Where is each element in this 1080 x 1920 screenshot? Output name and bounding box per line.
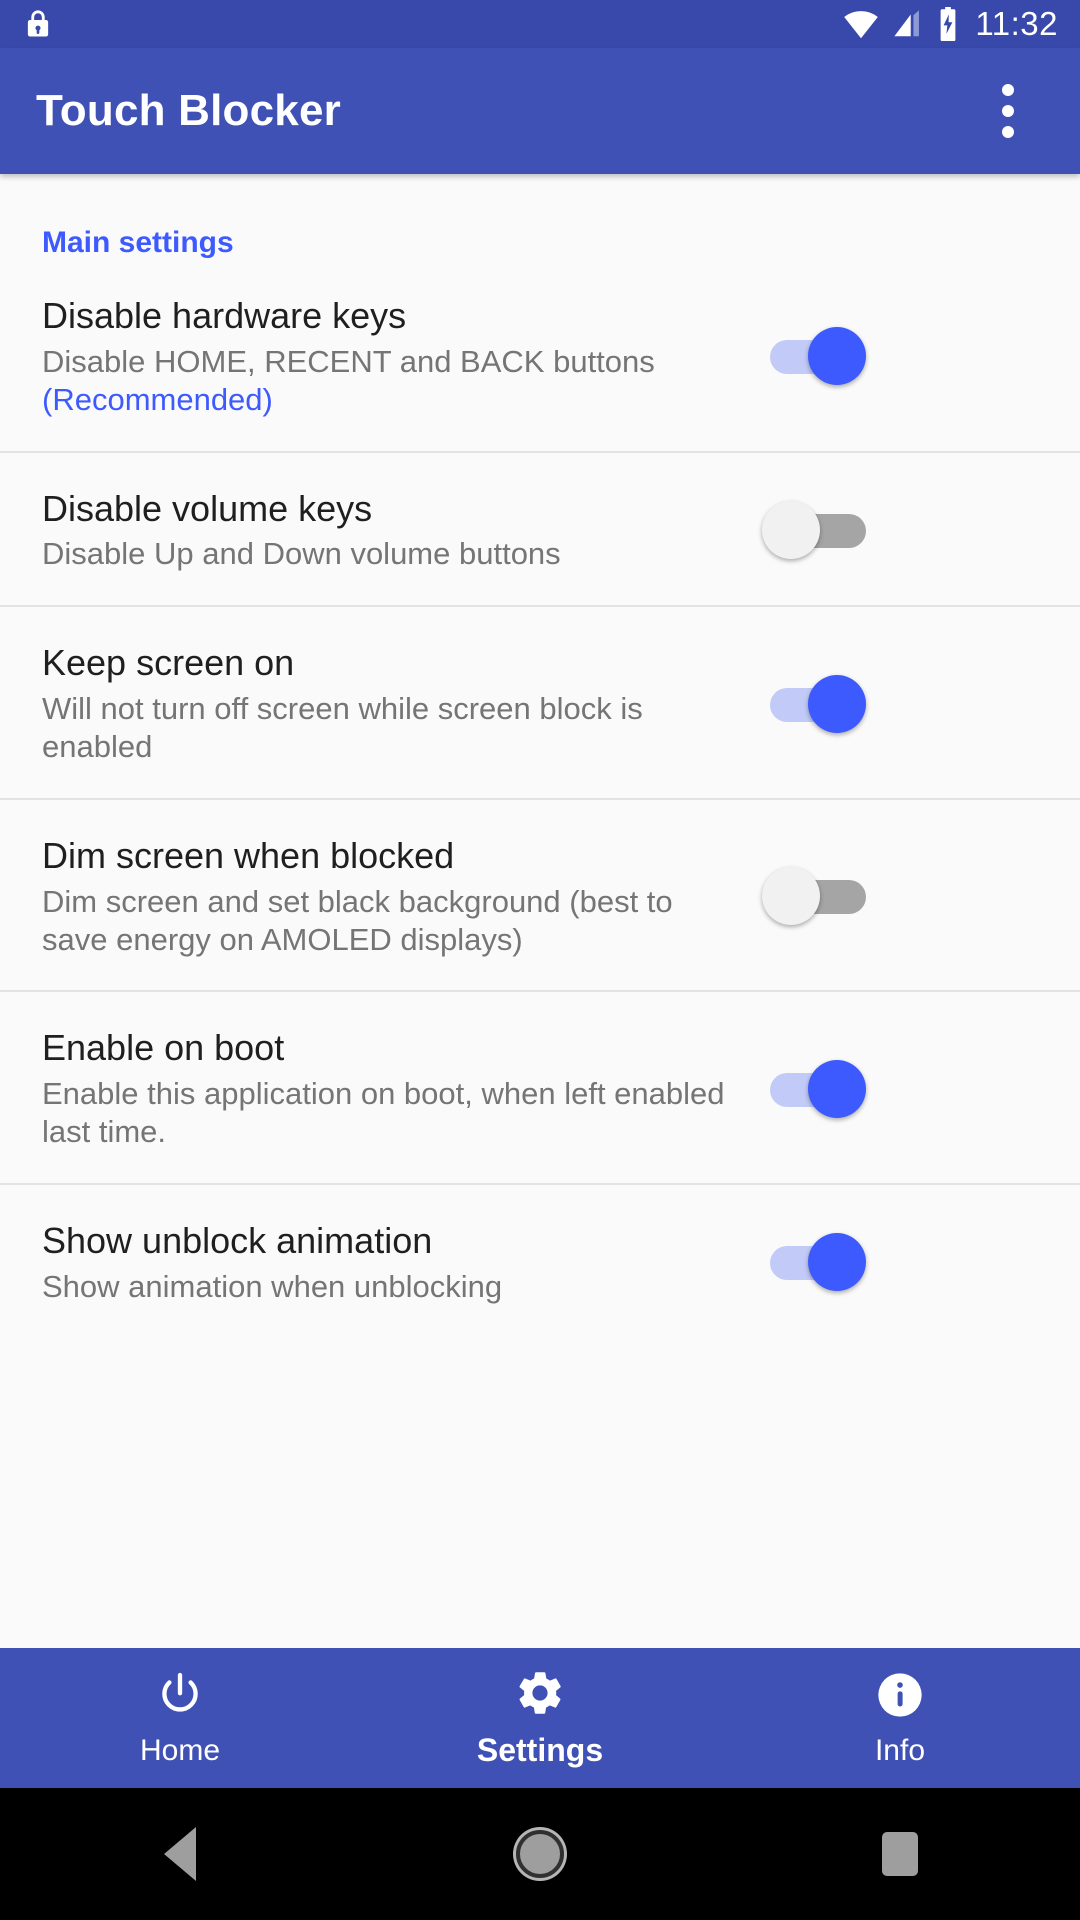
cellular-signal-icon (891, 9, 925, 39)
preference-row-disable-volume-keys[interactable]: Disable volume keys Disable Up and Down … (0, 453, 1080, 608)
nav-item-home[interactable]: Home (0, 1648, 360, 1788)
toggle-dim-screen-when-blocked[interactable] (762, 867, 866, 926)
preference-row-dim-screen-when-blocked[interactable]: Dim screen when blocked Dim screen and s… (0, 800, 1080, 993)
system-back-button[interactable] (0, 1788, 360, 1920)
toggle-thumb (808, 674, 866, 733)
preference-title: Show unblock animation (42, 1219, 433, 1261)
status-bar-right: 11:32 (843, 5, 1058, 43)
nav-item-label: Home (139, 1733, 221, 1767)
system-navigation-bar (0, 1788, 1080, 1920)
status-bar: 11:32 (0, 0, 1080, 48)
gear-icon (514, 1667, 566, 1724)
preference-summary-highlight: (Recommended) (42, 381, 273, 417)
preference-row-show-unblock-animation[interactable]: Show unblock animation Show animation wh… (0, 1185, 1080, 1338)
nav-item-info[interactable]: Info (720, 1648, 1080, 1788)
preference-text: Disable volume keys Disable Up and Down … (42, 487, 762, 574)
preference-summary: Will not turn off screen while screen bl… (42, 691, 643, 764)
preference-text: Enable on boot Enable this application o… (42, 1026, 762, 1151)
preference-summary: Dim screen and set black background (bes… (42, 883, 673, 957)
home-circle-icon (516, 1830, 564, 1878)
preference-row-enable-on-boot[interactable]: Enable on boot Enable this application o… (0, 992, 1080, 1185)
preference-text: Disable hardware keys Disable HOME, RECE… (42, 294, 762, 419)
preference-title: Dim screen when blocked (42, 834, 455, 876)
preference-summary: Enable this application on boot, when le… (42, 1076, 725, 1150)
toggle-thumb (808, 1233, 866, 1292)
preference-summary-text: Disable HOME, RECENT and BACK buttons (42, 343, 655, 379)
status-bar-clock: 11:32 (975, 5, 1058, 42)
app-bar: Touch Blocker (0, 48, 1080, 174)
recents-square-icon (882, 1832, 918, 1876)
toggle-thumb (808, 1059, 866, 1118)
nav-item-settings[interactable]: Settings (360, 1648, 720, 1788)
toggle-keep-screen-on[interactable] (762, 674, 866, 733)
settings-list[interactable]: Main settings Disable hardware keys Disa… (0, 174, 1080, 1648)
toggle-enable-on-boot[interactable] (762, 1059, 866, 1118)
bottom-navigation-bar: Home Settings Info (0, 1648, 1080, 1788)
toggle-disable-hardware-keys[interactable] (762, 327, 866, 386)
preference-text: Keep screen on Will not turn off screen … (42, 641, 762, 766)
info-icon (874, 1669, 926, 1726)
system-home-button[interactable] (360, 1788, 720, 1920)
battery-charging-icon (937, 7, 959, 41)
toggle-thumb (808, 327, 866, 386)
preference-title: Keep screen on (42, 642, 295, 684)
nav-item-label: Settings (476, 1732, 604, 1768)
preference-row-keep-screen-on[interactable]: Keep screen on Will not turn off screen … (0, 607, 1080, 800)
toggle-thumb (762, 867, 820, 926)
preference-summary: Show animation when unblocking (42, 1268, 503, 1304)
nav-item-label: Info (874, 1733, 926, 1767)
preference-summary: Disable Up and Down volume buttons (42, 536, 561, 572)
app-title: Touch Blocker (36, 86, 341, 135)
preference-title: Disable hardware keys (42, 295, 407, 336)
settings-category-title: Main settings (42, 226, 234, 259)
overflow-menu-icon[interactable] (978, 66, 1038, 156)
preference-text: Show unblock animation Show animation wh… (42, 1219, 762, 1306)
preference-row-disable-hardware-keys[interactable]: Disable hardware keys Disable HOME, RECE… (0, 260, 1080, 453)
back-triangle-icon (164, 1827, 196, 1881)
preference-title: Disable volume keys (42, 487, 373, 529)
preference-summary: Disable HOME, RECENT and BACK buttons (R… (42, 343, 738, 419)
toggle-disable-volume-keys[interactable] (762, 500, 866, 559)
status-bar-left (22, 7, 54, 41)
system-recents-button[interactable] (720, 1788, 1080, 1920)
phone-screen: 11:32 Touch Blocker Main settings Disabl… (0, 0, 1080, 1920)
lock-icon (22, 7, 54, 41)
toggle-thumb (762, 500, 820, 559)
wifi-icon (843, 9, 879, 39)
preference-text: Dim screen when blocked Dim screen and s… (42, 834, 762, 959)
power-icon (154, 1669, 206, 1726)
toggle-show-unblock-animation[interactable] (762, 1233, 866, 1292)
preference-title: Enable on boot (42, 1027, 285, 1069)
